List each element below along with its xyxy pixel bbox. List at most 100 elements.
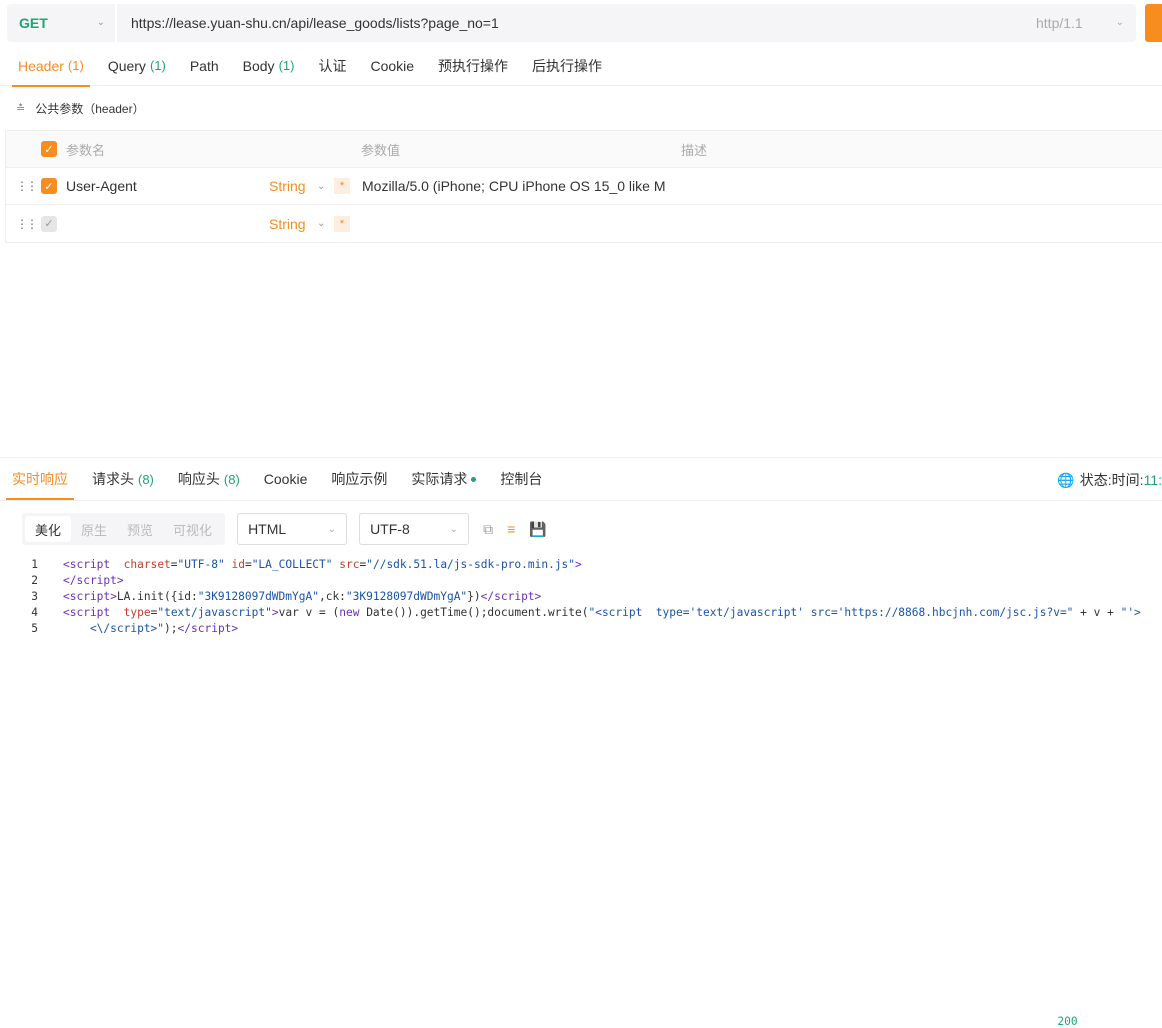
row-checkbox[interactable]: ✓ [41, 215, 57, 232]
view-visual-button[interactable]: 可视化 [163, 516, 222, 542]
chevron-down-icon[interactable]: ⌄ [317, 181, 325, 192]
table-row: ⋮⋮ ✓ User-Agent String ⌄ * Mozilla/5.0 (… [6, 168, 1162, 205]
response-code-viewer[interactable]: 1 <script charset="UTF-8" id="LA_COLLECT"… [0, 557, 1162, 637]
tab-count: (1) [278, 58, 295, 73]
tab-header[interactable]: Header (1) [12, 46, 90, 87]
column-header-desc: 描述 [681, 142, 708, 158]
tab-path[interactable]: Path [184, 46, 225, 86]
format-select[interactable]: HTML ⌄ [237, 513, 348, 545]
chevron-down-icon: ⌄ [96, 17, 105, 28]
url-input[interactable]: https://lease.yuan-shu.cn/api/lease_good… [117, 15, 1036, 31]
format-value: HTML [248, 521, 287, 537]
view-mode-group: 美化 原生 预览 可视化 [22, 513, 226, 545]
line-number: 5 [31, 622, 38, 635]
time-label: 时间: [1111, 472, 1144, 488]
tab-auth[interactable]: 认证 [312, 46, 352, 86]
tab-label: Cookie [263, 471, 308, 487]
status-dot [471, 476, 477, 482]
code-line: 1 <script charset="UTF-8" id="LA_COLLECT"… [0, 557, 1162, 573]
line-number: 4 [31, 606, 38, 619]
param-table: ✓ 参数名 参数值 描述 ⋮⋮ ✓ User-Agent String ⌄ * … [5, 130, 1162, 243]
param-type[interactable]: String [269, 178, 306, 194]
tab-label: Body [242, 57, 275, 74]
view-raw-button[interactable]: 原生 [71, 516, 117, 542]
row-checkbox[interactable]: ✓ [41, 178, 57, 194]
save-icon[interactable]: 💾 [529, 521, 546, 538]
line-number: 3 [31, 590, 38, 603]
code-line: 2 </script> [0, 573, 1162, 589]
line-number: 2 [31, 574, 38, 587]
line-number: 1 [31, 558, 38, 571]
tab-count: (8) [138, 471, 154, 487]
tab-actual-request[interactable]: 实际请求 [405, 459, 482, 499]
tab-response-example[interactable]: 响应示例 [325, 459, 393, 499]
response-time: 11: [1143, 472, 1162, 488]
status-label: 状态: [1079, 472, 1112, 488]
tab-post-script[interactable]: 后执行操作 [526, 46, 608, 86]
encoding-value: UTF-8 [370, 521, 410, 537]
chevron-down-icon[interactable]: ⌄ [317, 218, 325, 229]
view-pretty-button[interactable]: 美化 [25, 516, 72, 542]
tab-label: 实时响应 [12, 471, 68, 487]
wrap-icon[interactable]: ≡ [507, 521, 515, 537]
required-icon[interactable]: * [334, 178, 350, 194]
tab-label: 响应示例 [331, 471, 388, 487]
protocol-select[interactable]: http/1.1 ⌄ [1036, 15, 1136, 31]
param-type[interactable]: String [269, 216, 306, 232]
required-icon[interactable]: * [334, 215, 350, 232]
method-label: GET [19, 15, 48, 31]
code-text: </script> [63, 574, 124, 587]
tab-label: 后执行操作 [532, 57, 603, 74]
tab-response-cookie[interactable]: Cookie [258, 459, 314, 499]
collapse-icon[interactable]: ≛ [16, 102, 25, 115]
tab-label: 请求头 [92, 471, 134, 487]
url-bar: GET ⌄ https://lease.yuan-shu.cn/api/leas… [7, 4, 1136, 42]
method-select[interactable]: GET ⌄ [7, 4, 117, 42]
tab-request-headers[interactable]: 请求头 (8) [86, 459, 160, 499]
tab-response-headers[interactable]: 响应头 (8) [172, 459, 246, 499]
param-value[interactable]: Mozilla/5.0 (iPhone; CPU iPhone OS 15_0 … [362, 178, 665, 194]
column-header-name: 参数名 [66, 142, 106, 158]
send-button[interactable] [1145, 4, 1162, 42]
tab-count: (8) [223, 471, 240, 487]
tab-body[interactable]: Body (1) [237, 46, 301, 86]
encoding-select[interactable]: UTF-8 ⌄ [359, 513, 470, 545]
status-code: 200 [1057, 1015, 1078, 1028]
code-text: <script>LA.init({id:"3K9128097dWDmYgA",c… [63, 590, 542, 603]
tab-count: (1) [67, 58, 84, 73]
public-params-section[interactable]: ≛ 公共参数（header） [16, 100, 145, 117]
drag-handle-icon[interactable]: ⋮⋮ [16, 217, 38, 231]
code-text: <script type="text/javascript">var v = (… [63, 606, 1141, 619]
code-text: <\/script>");</script> [63, 622, 239, 635]
tab-label: 预执行操作 [438, 57, 509, 74]
tab-label: 实际请求 [411, 471, 468, 487]
tab-label: Header [18, 57, 64, 74]
tab-live-response[interactable]: 实时响应 [6, 459, 74, 500]
tab-label: Cookie [370, 57, 415, 74]
chevron-down-icon: ⌄ [327, 523, 337, 535]
code-line: 3 <script>LA.init({id:"3K9128097dWDmYgA",… [0, 589, 1162, 605]
tab-pre-script[interactable]: 预执行操作 [432, 46, 514, 86]
param-name[interactable]: User-Agent [66, 178, 137, 194]
code-line: 4 <script type="text/javascript">var v = … [0, 605, 1162, 621]
column-header-value: 参数值 [361, 142, 401, 158]
tab-label: Path [189, 57, 219, 74]
tab-count: (1) [149, 58, 166, 73]
copy-icon[interactable]: ⧉ [483, 521, 493, 538]
tab-label: 响应头 [177, 471, 220, 487]
protocol-label: http/1.1 [1036, 15, 1083, 31]
response-status: 🌐 状态: 200 时间: 11: [1057, 458, 1162, 1028]
view-preview-button[interactable]: 预览 [117, 516, 163, 542]
tab-label: 控制台 [500, 471, 543, 487]
tab-cookie[interactable]: Cookie [364, 46, 420, 86]
section-label: 公共参数（header） [35, 102, 145, 116]
tab-label: 认证 [318, 57, 347, 74]
select-all-checkbox[interactable]: ✓ [41, 141, 57, 157]
tab-console[interactable]: 控制台 [494, 459, 548, 499]
tab-label: Query [107, 57, 146, 74]
table-header-row: ✓ 参数名 参数值 描述 [6, 131, 1162, 168]
response-toolbar: 美化 原生 预览 可视化 HTML ⌄ UTF-8 ⌄ ⧉ ≡ 💾 [22, 513, 547, 545]
tab-query[interactable]: Query (1) [102, 46, 172, 86]
code-text: <script charset="UTF-8" id="LA_COLLECT" … [63, 558, 582, 571]
drag-handle-icon[interactable]: ⋮⋮ [16, 179, 38, 193]
